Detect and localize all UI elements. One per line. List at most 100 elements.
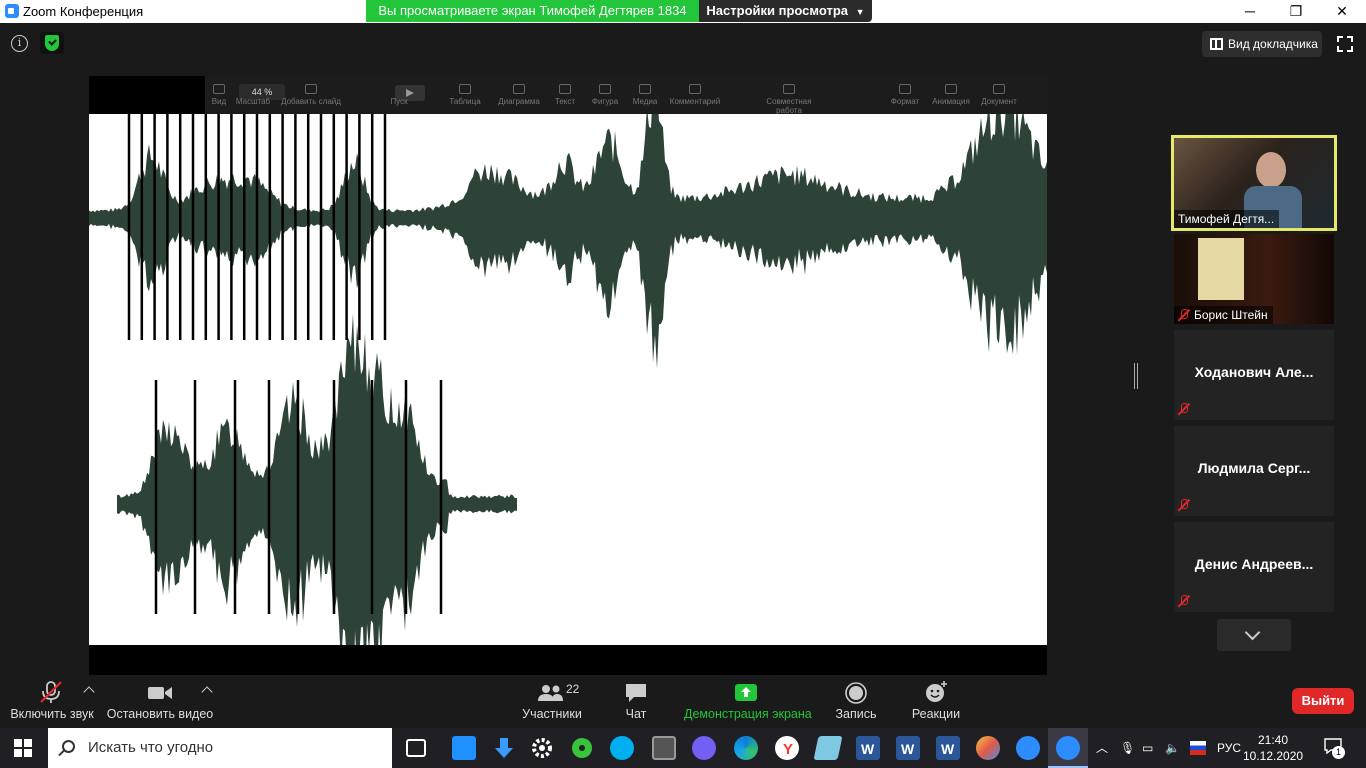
download-app-icon[interactable] [492,736,516,760]
notification-count: 1 [1332,746,1345,759]
tray-overflow-chevron-icon[interactable]: ︿ [1096,728,1108,768]
minimize-button[interactable]: ─ [1227,0,1273,23]
waveform-top [89,114,1047,369]
collaborate-icon [783,84,795,94]
maximize-button[interactable]: ❐ [1273,0,1319,23]
toolbar-item-3: Пуск [369,78,429,106]
participant-name: Ходанович Але... [1194,364,1314,380]
window-title: Zoom Конференция [23,4,144,19]
zoom-logo-icon [5,4,19,18]
network-tray-icon[interactable]: ▭ [1142,728,1153,768]
chat-button[interactable]: Чат [616,680,656,724]
svg-text:W: W [861,741,875,757]
notes-app-icon[interactable] [813,736,843,760]
participant-name: Тимофей Дегтя... [1174,210,1280,228]
zoom-app-active-tab[interactable] [1048,728,1088,768]
task-view-icon[interactable] [406,739,426,757]
toolbar-item-label: Формат [890,97,920,106]
yandex-browser-icon[interactable]: Y [775,736,799,760]
record-icon [845,682,867,704]
taskbar-clock[interactable]: 21:40 10.12.2020 [1243,732,1303,764]
svg-text:W: W [901,741,915,757]
window-titlebar: Zoom Конференция Вы просматриваете экран… [0,0,1366,23]
toolbar-item-label: Пуск [390,97,408,106]
svg-text:W: W [941,741,955,757]
toolbar-item-2: Добавить слайд [281,78,341,106]
text-icon [559,84,571,94]
toolbar-item-label: Медиа [632,97,658,106]
settings-gear-icon[interactable] [530,736,554,760]
muted-mic-icon [1177,402,1191,416]
language-indicator[interactable]: РУС [1217,728,1241,768]
media-icon [639,84,651,94]
participants-icon [538,685,563,701]
share-screen-button[interactable]: Демонстрация экрана [684,680,812,724]
shared-app-toolbar: 44 % Вид Масштаб Добавить слайд Пуск Таблица… [205,76,1047,115]
chart-icon [513,84,525,94]
share-banner: Вы просматриваете экран Тимофей Дегтярев… [366,0,699,22]
encryption-shield-icon[interactable] [40,32,64,54]
toolbar-item-label: Таблица [449,97,481,106]
zoom-app-icon[interactable] [1016,736,1040,760]
view-options-button[interactable]: Настройки просмотра ▼ [699,0,872,22]
desktop-app-icon[interactable] [452,736,476,760]
participant-tile-0[interactable]: Тимофей Дегтя... [1171,135,1337,231]
search-icon [62,740,75,753]
notifications-icon[interactable]: 1 [1324,738,1345,759]
volume-tray-icon[interactable]: 🔈 [1165,728,1180,768]
edge-browser-icon[interactable] [734,736,758,760]
participant-name: Людмила Серг... [1197,460,1311,476]
shared-screen[interactable]: 44 % Вид Масштаб Добавить слайд Пуск Таблица… [89,76,1047,675]
participant-tile-2[interactable]: Ходанович Але... [1174,330,1334,420]
toolbar-item-4: Таблица [435,78,495,106]
word-app-icon[interactable]: W [856,736,880,760]
reaction-smile-icon [926,681,947,702]
viber-app-icon[interactable] [692,736,716,760]
participant-tile-3[interactable]: Людмила Серг... [1174,426,1334,516]
fullscreen-icon[interactable] [1337,36,1353,52]
toolbar-item-9: Комментарий [665,78,725,106]
calculator-app-icon[interactable] [652,736,676,760]
participant-name: Денис Андреев... [1194,556,1314,572]
close-button[interactable]: ✕ [1319,0,1365,23]
leave-meeting-button[interactable]: Выйти [1292,688,1354,714]
participant-tile-4[interactable]: Денис Андреев... [1174,522,1334,612]
waveform-bottom [117,313,517,645]
windows-start-icon[interactable] [14,739,32,757]
chevron-down-icon: ▼ [855,7,865,17]
russian-flag-icon[interactable] [1190,741,1206,755]
speaker-view-button[interactable]: Вид докладчика [1202,31,1322,57]
info-icon[interactable]: i [11,35,28,52]
gallery-scroll-down-button[interactable] [1217,619,1291,651]
toolbar-item-10: Совместная работа [759,78,819,115]
document-icon [993,84,1005,94]
microphone-tray-icon[interactable]: 🎙 [1120,728,1135,768]
stop-video-button[interactable]: Остановить видео [106,680,214,724]
toolbar-item-label: Документ [981,97,1017,106]
participant-tile-1[interactable]: Борис Штейн [1174,234,1334,324]
paper-in-video [1198,238,1244,300]
icq-app-icon[interactable] [570,736,594,760]
skype-app-icon[interactable] [610,736,634,760]
comment-icon [689,84,701,94]
toolbar-item-label: Комментарий [669,97,721,106]
toolbar-item-1: Масштаб [223,78,283,106]
record-button[interactable]: Запись [832,680,880,724]
panel-splitter-handle[interactable] [1134,363,1138,389]
toolbar-item-label: Добавить слайд [281,97,341,106]
toolbar-item-label: Масштаб [235,97,271,106]
muted-mic-icon [40,681,62,703]
reactions-button[interactable]: Реакции [910,680,962,724]
unmute-button[interactable]: Включить звук [8,680,96,724]
word-app-icon[interactable]: W [936,736,960,760]
chat-icon [626,684,646,702]
paint-app-icon[interactable] [976,736,1000,760]
word-app-icon[interactable]: W [896,736,920,760]
muted-mic-icon [1177,498,1191,512]
taskbar-search-input[interactable]: Искать что угодно [48,728,392,768]
muted-mic-icon [1177,308,1191,322]
speaker-view-label: Вид докладчика [1228,37,1318,51]
windows-taskbar: Искать что угодно Y W W W ︿ 🎙 ▭ 🔈 РУС 21… [0,728,1366,768]
toolbar-item-label: Анимация [932,97,970,106]
participants-button[interactable]: 22 Участники [520,680,584,724]
